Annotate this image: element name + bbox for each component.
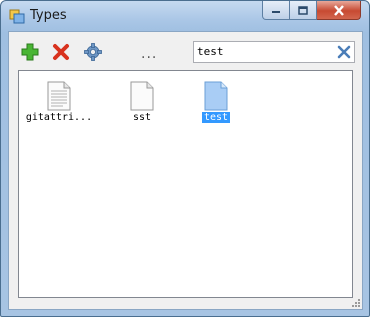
app-icon bbox=[9, 9, 25, 24]
close-button[interactable] bbox=[317, 1, 361, 20]
client-area: ... gitattri... bbox=[8, 31, 363, 310]
blue-file-icon bbox=[204, 81, 228, 111]
window-title: Types bbox=[30, 8, 67, 23]
text-file-icon bbox=[47, 81, 71, 111]
plus-icon bbox=[21, 43, 39, 61]
maximize-icon bbox=[298, 5, 308, 15]
list-item-sst[interactable]: sst bbox=[103, 78, 181, 132]
minimize-button[interactable] bbox=[262, 1, 290, 20]
search-input[interactable] bbox=[197, 43, 327, 59]
resize-grip-icon[interactable] bbox=[351, 298, 361, 308]
item-label: gitattri... bbox=[25, 112, 93, 123]
add-button[interactable] bbox=[19, 41, 41, 63]
delete-button[interactable] bbox=[50, 41, 72, 63]
gear-icon bbox=[84, 43, 102, 61]
more-options[interactable]: ... bbox=[141, 46, 157, 62]
maximize-button[interactable] bbox=[290, 1, 317, 20]
item-label: sst bbox=[132, 112, 152, 123]
types-window: Types ... test gitattri... sst test bbox=[0, 0, 370, 317]
minimize-icon bbox=[272, 11, 280, 13]
red-x-icon bbox=[53, 44, 69, 60]
caption-buttons bbox=[262, 1, 361, 20]
settings-button[interactable] bbox=[82, 41, 104, 63]
close-icon bbox=[333, 4, 344, 16]
search-box[interactable] bbox=[193, 41, 355, 63]
blank-file-icon bbox=[130, 81, 154, 111]
list-item-gitattri[interactable]: gitattri... bbox=[20, 78, 98, 132]
types-list[interactable]: gitattri... sst test bbox=[18, 70, 353, 298]
title-bar[interactable]: Types bbox=[1, 1, 369, 31]
list-item-test[interactable]: test bbox=[177, 78, 255, 132]
item-label: test bbox=[201, 112, 231, 123]
clear-search-icon[interactable] bbox=[336, 44, 352, 60]
